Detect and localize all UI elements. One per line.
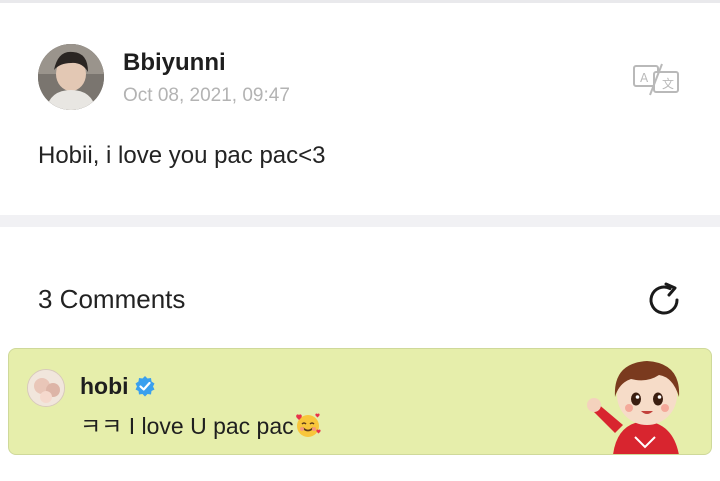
author-name[interactable]: Bbiyunni: [123, 49, 226, 77]
comment-text: ㅋㅋ I love U pac pac: [80, 407, 322, 441]
refresh-icon[interactable]: [644, 280, 684, 320]
svg-text:文: 文: [662, 76, 674, 91]
section-divider: [0, 215, 720, 227]
post-body: Hobii, i love you pac pac<3: [38, 142, 326, 169]
commenter-name[interactable]: hobi: [80, 373, 129, 400]
verified-badge-icon: [134, 375, 156, 397]
comment-item[interactable]: hobi ㅋㅋ I love U pac pac: [8, 348, 712, 455]
smiling-face-with-hearts-icon: [294, 412, 322, 438]
commenter-avatar[interactable]: [27, 369, 65, 407]
svg-text:A: A: [640, 71, 649, 85]
character-sticker: [585, 353, 701, 454]
post-timestamp: Oct 08, 2021, 09:47: [123, 85, 290, 106]
comment-text-content: ㅋㅋ I love U pac pac: [80, 413, 294, 439]
translate-icon[interactable]: A 文: [632, 61, 680, 97]
comments-count: 3 Comments: [38, 284, 186, 314]
author-avatar[interactable]: [38, 44, 104, 110]
post: Bbiyunni Oct 08, 2021, 09:47 A 文 Hobii, …: [0, 3, 720, 215]
